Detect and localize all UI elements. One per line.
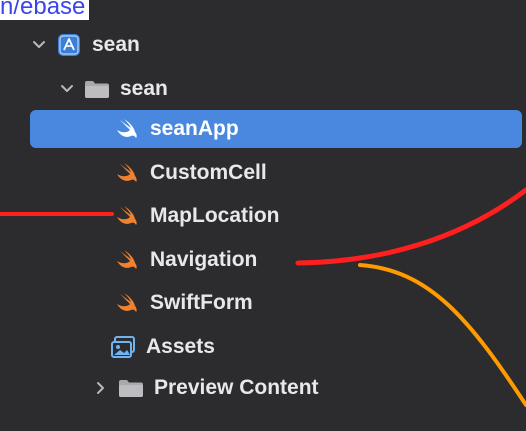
folder-icon xyxy=(118,375,144,401)
tree-row-assets[interactable]: Assets xyxy=(30,328,522,366)
chevron-down-icon[interactable] xyxy=(58,80,76,98)
tree-row-preview-content[interactable]: Preview Content xyxy=(30,369,522,407)
swift-file-icon xyxy=(114,247,140,273)
asset-catalog-icon xyxy=(110,334,136,360)
tree-row-navigation[interactable]: Navigation xyxy=(30,241,522,279)
file-tree: sean sean seanApp CustomCell MapLocation… xyxy=(0,0,526,431)
tree-row-swiftform[interactable]: SwiftForm xyxy=(30,284,522,322)
chevron-right-icon[interactable] xyxy=(92,379,110,397)
tree-row-seanapp[interactable]: seanApp xyxy=(30,110,522,148)
tree-row-label: sean xyxy=(120,77,168,100)
swift-file-icon xyxy=(114,290,140,316)
tree-row-label: CustomCell xyxy=(150,161,267,184)
tree-row-folder-sean[interactable]: sean xyxy=(30,70,522,108)
tree-row-label: SwiftForm xyxy=(150,291,253,314)
tree-row-label: Assets xyxy=(146,335,215,358)
tree-row-label: seanApp xyxy=(150,117,239,140)
tree-row-maplocation[interactable]: MapLocation xyxy=(30,197,522,235)
tree-row-label: MapLocation xyxy=(150,204,280,227)
tree-row-label: Navigation xyxy=(150,248,258,271)
tree-row-label: Preview Content xyxy=(154,376,319,399)
folder-icon xyxy=(84,76,110,102)
chevron-down-icon[interactable] xyxy=(30,36,48,54)
tree-row-project-sean[interactable]: sean xyxy=(30,26,522,64)
swift-file-icon xyxy=(114,116,140,142)
tree-row-label: sean xyxy=(92,33,140,56)
swift-file-icon xyxy=(114,203,140,229)
xcode-project-icon xyxy=(56,32,82,58)
tree-row-customcell[interactable]: CustomCell xyxy=(30,154,522,192)
swift-file-icon xyxy=(114,160,140,186)
